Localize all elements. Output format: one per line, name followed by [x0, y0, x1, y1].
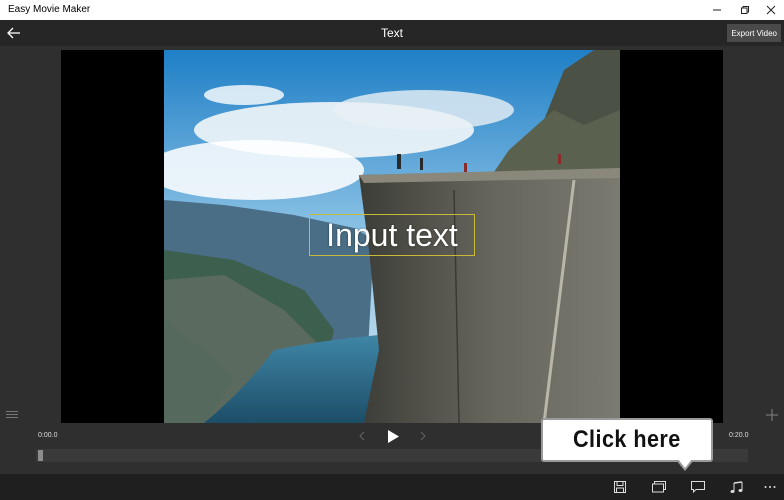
minimize-icon — [713, 9, 721, 11]
video-preview[interactable]: Input text — [61, 50, 723, 423]
text-button[interactable] — [689, 478, 707, 496]
add-button[interactable] — [765, 408, 779, 422]
previous-button[interactable] — [352, 427, 372, 445]
media-button[interactable] — [650, 478, 668, 496]
close-icon — [766, 5, 776, 15]
play-button[interactable] — [383, 427, 403, 445]
list-icon — [6, 411, 18, 418]
chevron-left-icon — [359, 431, 365, 441]
minimize-button[interactable] — [704, 0, 730, 20]
music-button[interactable] — [728, 478, 746, 496]
chevron-right-icon — [420, 431, 426, 441]
list-button[interactable] — [5, 408, 19, 422]
page-header: Text Export Video — [0, 20, 784, 46]
bottom-toolbar — [0, 474, 784, 500]
music-note-icon — [730, 480, 743, 493]
app-title: Easy Movie Maker — [8, 4, 91, 15]
next-button[interactable] — [413, 427, 433, 445]
play-icon — [388, 429, 399, 443]
text-overlay: Input text — [326, 216, 458, 253]
close-button[interactable] — [758, 0, 784, 20]
start-time: 0:00.0 — [38, 432, 58, 439]
speech-bubble-icon — [691, 481, 705, 493]
plus-icon — [766, 409, 778, 421]
click-here-callout: Click here — [541, 418, 713, 462]
export-video-button[interactable]: Export Video — [727, 24, 781, 42]
page-title: Text — [380, 26, 403, 40]
more-button[interactable] — [761, 478, 779, 496]
end-time: 0:20.0 — [729, 432, 749, 439]
restore-icon — [741, 6, 749, 14]
more-icon — [764, 486, 776, 488]
save-icon — [614, 481, 626, 493]
text-overlay-box[interactable]: Input text — [309, 214, 475, 256]
editor-stage: Input text — [0, 46, 784, 474]
callout-tail-fill — [678, 459, 692, 468]
media-icon — [652, 481, 666, 493]
save-button[interactable] — [611, 478, 629, 496]
timeline-handle[interactable] — [38, 450, 43, 461]
callout-text: Click here — [573, 426, 681, 453]
window-titlebar: Easy Movie Maker — [0, 0, 784, 20]
restore-button[interactable] — [732, 0, 758, 20]
